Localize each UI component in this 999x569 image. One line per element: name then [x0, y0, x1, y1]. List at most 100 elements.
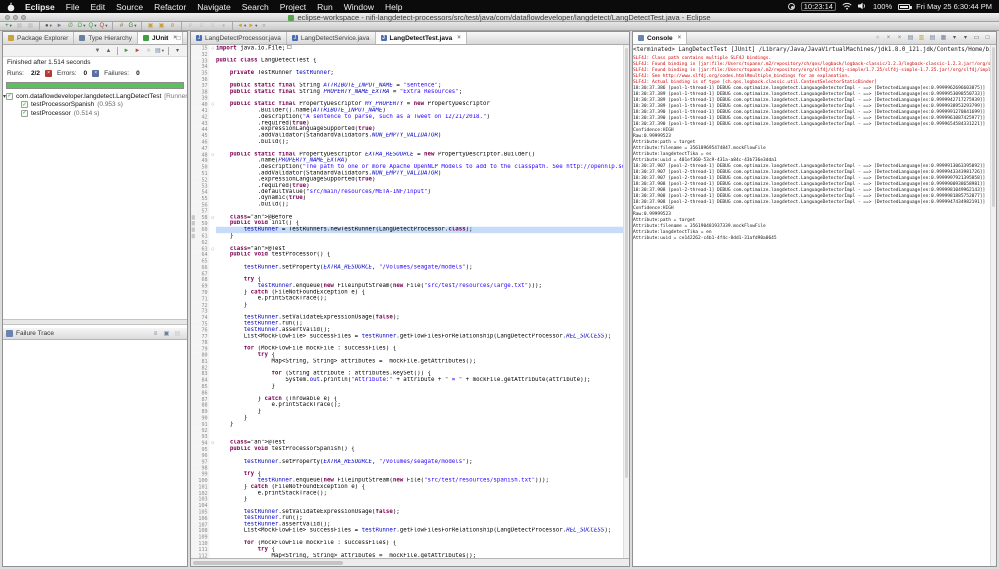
apple-menu-icon[interactable] — [7, 2, 15, 12]
run-button[interactable]: Q▾ — [88, 22, 97, 30]
menu-refactor[interactable]: Refactor — [154, 2, 186, 12]
remove-all-launches-button[interactable]: × — [895, 34, 904, 42]
rerun-test-button[interactable]: ► — [122, 47, 131, 55]
skip-breakpoints-button[interactable]: Ø — [66, 22, 75, 30]
new-wizard-button[interactable]: +▾ — [4, 22, 13, 30]
pin-console-button-glyph: ▦ — [941, 34, 947, 42]
menu-search[interactable]: Search — [242, 2, 269, 12]
failure-trace-body[interactable] — [3, 340, 187, 566]
open-console-button[interactable]: ▾ — [961, 34, 970, 42]
debug-button[interactable]: O▾ — [77, 22, 86, 30]
console-output[interactable]: SLF4J: Class path contains multiple SLF4… — [633, 55, 990, 566]
minimize-view-button[interactable]: ▭ — [161, 35, 170, 43]
menu-run[interactable]: Run — [317, 2, 333, 12]
close-console-tab-icon[interactable]: × — [678, 35, 682, 41]
menu-navigate[interactable]: Navigate — [197, 2, 231, 12]
select-tool-button[interactable]: ► — [55, 22, 64, 30]
menu-bar-clock[interactable]: Fri May 25 6:30:44 PM — [916, 2, 992, 11]
editor-tab-langdetectprocessor-java[interactable]: JLangDetectProcessor.java — [191, 32, 287, 44]
save-button[interactable]: ▦ — [15, 22, 24, 30]
menu-eclipse[interactable]: Eclipse — [25, 2, 55, 12]
menu-edit[interactable]: Edit — [90, 2, 105, 12]
tab-package-explorer[interactable]: Package Explorer — [3, 32, 74, 44]
remove-launch-button[interactable]: × — [884, 34, 893, 42]
junit-test-tree[interactable]: ▾✓com.dataflowdeveloper.langdetect.LangD… — [3, 92, 187, 319]
toolbar-separator — [117, 47, 118, 55]
word-wrap-button[interactable]: ▤ — [928, 34, 937, 42]
rerun-failed-first-button[interactable]: ► — [133, 47, 142, 55]
java-file-icon: J — [196, 35, 202, 41]
back-button[interactable]: ◄▾ — [237, 22, 246, 30]
maximize-view-button[interactable]: □ — [983, 34, 992, 42]
mark-occurrences-button[interactable]: P — [186, 22, 195, 30]
filter-stack-trace-button[interactable]: ≡ — [151, 330, 160, 338]
new-wizard-button-dropdown[interactable]: ▾ — [10, 23, 12, 29]
stop-junit-button[interactable]: ■ — [144, 47, 153, 55]
annotations-button[interactable]: ≡ — [197, 22, 206, 30]
new-class-button-dropdown[interactable]: ▾ — [134, 23, 136, 29]
last-edit-location-button[interactable]: « — [259, 22, 268, 30]
external-tools-button-dropdown[interactable]: ▾ — [105, 23, 107, 29]
collapsed-code-icon[interactable] — [287, 45, 291, 49]
junit-suite-row[interactable]: ▾✓com.dataflowdeveloper.langdetect.LangD… — [3, 92, 187, 101]
menu-help[interactable]: Help — [385, 2, 402, 12]
failure-trace-header: Failure Trace ≡▣▤ — [3, 328, 187, 340]
errors-label: Errors: — [57, 70, 77, 77]
junit-view-menu-button[interactable]: ▾ — [173, 47, 182, 55]
editor-horizontal-scrollbar[interactable] — [191, 558, 629, 566]
scroll-lock-button[interactable]: ▥ — [917, 34, 926, 42]
tab-type-hierarchy[interactable]: Type Hierarchy — [74, 32, 138, 44]
open-resource-button[interactable]: ▣ — [157, 22, 166, 30]
search-button[interactable]: ¤ — [168, 22, 177, 30]
editor-tab-langdetecttest-java[interactable]: JLangDetectTest.java× — [376, 32, 467, 44]
debug-button-dropdown[interactable]: ▾ — [83, 23, 85, 29]
editor-tab-langdetectservice-java[interactable]: JLangDetectService.java — [287, 32, 376, 44]
debug-config-button[interactable]: ●▾ — [44, 22, 53, 30]
debug-config-button-dropdown[interactable]: ▾ — [50, 23, 52, 29]
new-class-button[interactable]: G▾ — [128, 22, 137, 30]
menu-project[interactable]: Project — [280, 2, 306, 12]
display-console-button[interactable]: ▾ — [950, 34, 959, 42]
code-editor[interactable]: 15○import java.io.File;3233public class … — [191, 45, 629, 558]
next-failed-test-button[interactable]: ▼ — [93, 47, 102, 55]
coverage-button[interactable]: ≡ — [208, 22, 217, 30]
test-run-history-button[interactable]: ▤▾ — [155, 47, 164, 55]
open-task-button[interactable]: ▣ — [146, 22, 155, 30]
menu-file[interactable]: File — [66, 2, 80, 12]
compare-result-button[interactable]: ▣ — [162, 330, 171, 338]
clear-console-button[interactable]: ▤ — [906, 34, 915, 42]
previous-failed-test-button[interactable]: ▲ — [104, 47, 113, 55]
menu-window[interactable]: Window — [344, 2, 374, 12]
minimize-view-button[interactable]: ▭ — [972, 34, 981, 42]
test-run-history-button-dropdown[interactable]: ▾ — [162, 48, 164, 54]
junit-test-row[interactable]: ✓testProcessor(0.514 s) — [3, 109, 187, 118]
terminate-button[interactable]: ■ — [873, 34, 882, 42]
close-editor-tab-icon[interactable]: × — [457, 35, 461, 41]
recording-icon[interactable] — [788, 3, 795, 10]
run-button-dropdown[interactable]: ▾ — [94, 23, 96, 29]
breakpoint-button[interactable]: ● — [219, 22, 228, 30]
menu-source[interactable]: Source — [116, 2, 143, 12]
wifi-icon[interactable] — [842, 2, 852, 12]
battery-icon[interactable] — [898, 4, 910, 10]
eclipse-app-icon — [288, 15, 294, 21]
console-vertical-scrollbar[interactable] — [990, 45, 996, 566]
display-console-button-glyph: ▾ — [953, 34, 956, 42]
forward-button[interactable]: ►▾ — [248, 22, 257, 30]
test-time: (0.953 s) — [97, 101, 123, 108]
new-java-project-button[interactable]: # — [117, 22, 126, 30]
back-button-dropdown[interactable]: ▾ — [244, 23, 246, 29]
pin-console-button[interactable]: ▦ — [939, 34, 948, 42]
forward-button-dropdown[interactable]: ▾ — [255, 23, 257, 29]
copy-trace-button[interactable]: ▤ — [173, 330, 182, 338]
junit-test-row[interactable]: ✓testProcessorSpanish(0.953 s) — [3, 101, 187, 110]
external-tools-button[interactable]: Q▾ — [99, 22, 108, 30]
editor-vertical-scrollbar[interactable] — [623, 45, 629, 558]
volume-icon[interactable] — [858, 2, 867, 12]
junit-tree-scrollbar[interactable] — [3, 319, 187, 325]
mark-occurrences-button-glyph: P — [188, 22, 192, 30]
minimize-view-button-glyph: ▭ — [974, 34, 980, 42]
tab-console[interactable]: Console × — [633, 32, 687, 44]
maximize-view-button[interactable]: □ — [174, 35, 183, 43]
save-all-button[interactable]: ▦ — [26, 22, 35, 30]
